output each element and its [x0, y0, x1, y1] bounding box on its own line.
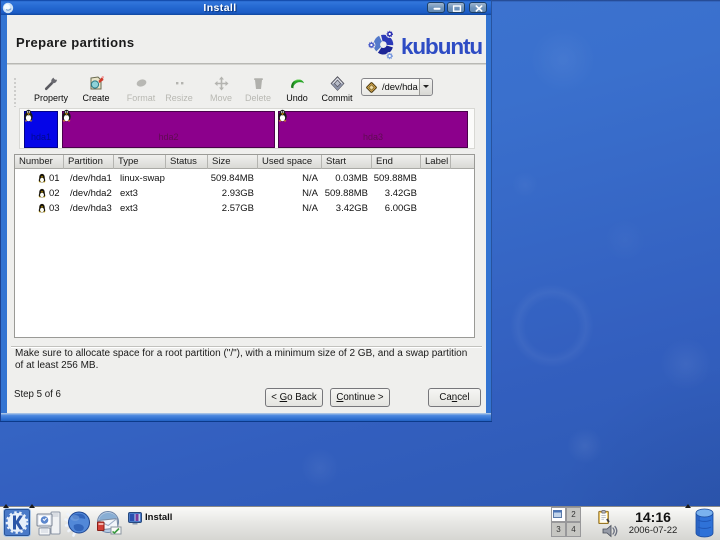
svg-text:kubuntu: kubuntu	[401, 34, 482, 59]
